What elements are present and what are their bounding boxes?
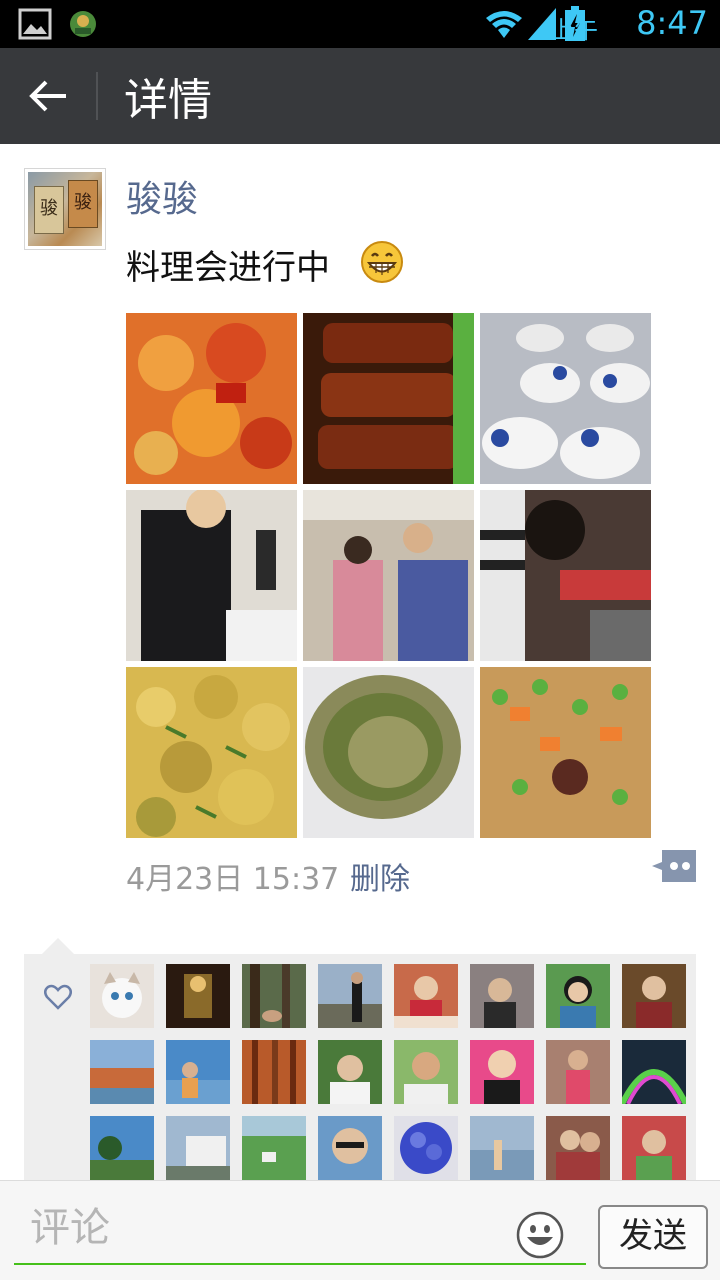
like-avatar-21[interactable]: [394, 1116, 458, 1180]
arrow-left-icon[interactable]: [26, 74, 70, 118]
like-avatar-4[interactable]: [318, 964, 382, 1028]
like-avatar-11[interactable]: [242, 1040, 306, 1104]
post-text: 料理会进行中: [126, 248, 330, 288]
heart-outline-icon: [44, 984, 72, 1010]
like-avatar-14[interactable]: [470, 1040, 534, 1104]
comment-input[interactable]: [14, 1193, 586, 1265]
like-avatar-10[interactable]: [166, 1040, 230, 1104]
like-avatar-17[interactable]: [90, 1116, 154, 1180]
page-title: 详情: [124, 75, 212, 126]
like-avatar-5[interactable]: [394, 964, 458, 1028]
like-avatar-24[interactable]: [622, 1116, 686, 1180]
ampm-label: 上午: [550, 16, 598, 44]
comment-bar: 发送: [0, 1180, 720, 1280]
post-photo-2[interactable]: [303, 313, 474, 484]
post-photo-9[interactable]: [480, 667, 651, 838]
author-name[interactable]: 骏骏: [126, 170, 198, 222]
post-photo-3[interactable]: [480, 313, 651, 484]
app-notification-icon: [70, 11, 96, 37]
post-photo-6[interactable]: [480, 490, 651, 661]
like-avatar-8[interactable]: [622, 964, 686, 1028]
like-avatar-6[interactable]: [470, 964, 534, 1028]
avatar-tag-right: 骏: [68, 180, 98, 228]
send-button[interactable]: 发送: [598, 1205, 708, 1269]
post-photo-8[interactable]: [303, 667, 474, 838]
like-avatar-7[interactable]: [546, 964, 610, 1028]
wifi-icon: [486, 11, 522, 38]
like-avatar-19[interactable]: [242, 1116, 306, 1180]
action-bar: 详情: [0, 48, 720, 144]
post-date: 4月23日 15:37: [126, 862, 340, 897]
grinning-face-emoji: [361, 241, 403, 283]
like-avatar-13[interactable]: [394, 1040, 458, 1104]
like-avatar-20[interactable]: [318, 1116, 382, 1180]
post-photo-5[interactable]: [303, 490, 474, 661]
like-avatar-9[interactable]: [90, 1040, 154, 1104]
like-avatar-1[interactable]: [90, 964, 154, 1028]
author-avatar[interactable]: 骏 骏: [24, 168, 106, 250]
header-divider: [96, 72, 98, 120]
like-avatar-3[interactable]: [242, 964, 306, 1028]
like-avatar-15[interactable]: [546, 1040, 610, 1104]
post-photo-7[interactable]: [126, 667, 297, 838]
avatar-tag-left: 骏: [34, 186, 64, 234]
status-bar: 上午 8:47: [0, 0, 720, 48]
like-avatar-16[interactable]: [622, 1040, 686, 1104]
smiley-icon[interactable]: [516, 1211, 564, 1259]
like-avatar-2[interactable]: [166, 964, 230, 1028]
delete-link[interactable]: 删除: [350, 854, 410, 898]
post-photo-1[interactable]: [126, 313, 297, 484]
like-avatar-12[interactable]: [318, 1040, 382, 1104]
like-avatar-18[interactable]: [166, 1116, 230, 1180]
comment-dots-icon[interactable]: [652, 850, 696, 882]
like-avatar-22[interactable]: [470, 1116, 534, 1180]
clock-time: 8:47: [636, 4, 708, 42]
likes-pointer: [42, 938, 74, 954]
like-avatar-23[interactable]: [546, 1116, 610, 1180]
post-photo-4[interactable]: [126, 490, 297, 661]
image-icon: [18, 8, 52, 40]
